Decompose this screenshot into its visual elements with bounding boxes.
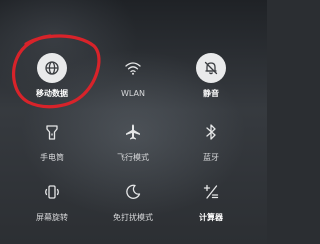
tile-mobile-data-button[interactable] [37, 53, 67, 83]
quick-settings-panel: 移动数据 WLAN 静音 手电筒 飞行模式 蓝牙 屏幕旋转 免打扰模式 计算器 [0, 0, 267, 244]
tile-do-not-disturb-label: 免打扰模式 [113, 213, 153, 222]
tile-bluetooth[interactable]: 蓝牙 [176, 117, 246, 163]
tile-bluetooth-label: 蓝牙 [203, 153, 219, 162]
tile-do-not-disturb-button[interactable] [118, 177, 148, 207]
moon-icon [126, 184, 141, 199]
calculator-icon [203, 184, 219, 199]
tile-mobile-data-label: 移动数据 [36, 89, 68, 98]
tile-calculator[interactable]: 计算器 [176, 177, 246, 223]
tile-flashlight-button[interactable] [37, 117, 67, 147]
bluetooth-icon [206, 124, 216, 140]
bell-off-icon [204, 61, 218, 75]
wifi-icon [125, 62, 141, 75]
tile-mobile-data[interactable]: 移动数据 [17, 53, 87, 99]
tile-do-not-disturb[interactable]: 免打扰模式 [98, 177, 168, 223]
tile-airplane-mode-button[interactable] [118, 117, 148, 147]
tile-flashlight-label: 手电筒 [40, 153, 64, 162]
tile-wlan[interactable]: WLAN [98, 53, 168, 99]
tile-screen-rotation[interactable]: 屏幕旋转 [17, 177, 87, 223]
tile-airplane-mode[interactable]: 飞行模式 [98, 117, 168, 163]
tile-flashlight[interactable]: 手电筒 [17, 117, 87, 163]
tile-calculator-label: 计算器 [199, 213, 223, 222]
tile-silent[interactable]: 静音 [176, 53, 246, 99]
tile-bluetooth-button[interactable] [196, 117, 226, 147]
globe-icon [45, 61, 59, 75]
tile-silent-label: 静音 [203, 89, 219, 98]
tile-calculator-button[interactable] [196, 177, 226, 207]
flashlight-icon [46, 125, 58, 140]
rotate-icon [45, 185, 59, 199]
tile-silent-button[interactable] [196, 53, 226, 83]
tile-airplane-mode-label: 飞行模式 [117, 153, 149, 162]
airplane-icon [126, 124, 140, 140]
tile-wlan-button[interactable] [118, 53, 148, 83]
tile-screen-rotation-button[interactable] [37, 177, 67, 207]
tile-wlan-label: WLAN [120, 89, 145, 98]
tile-screen-rotation-label: 屏幕旋转 [36, 213, 68, 222]
